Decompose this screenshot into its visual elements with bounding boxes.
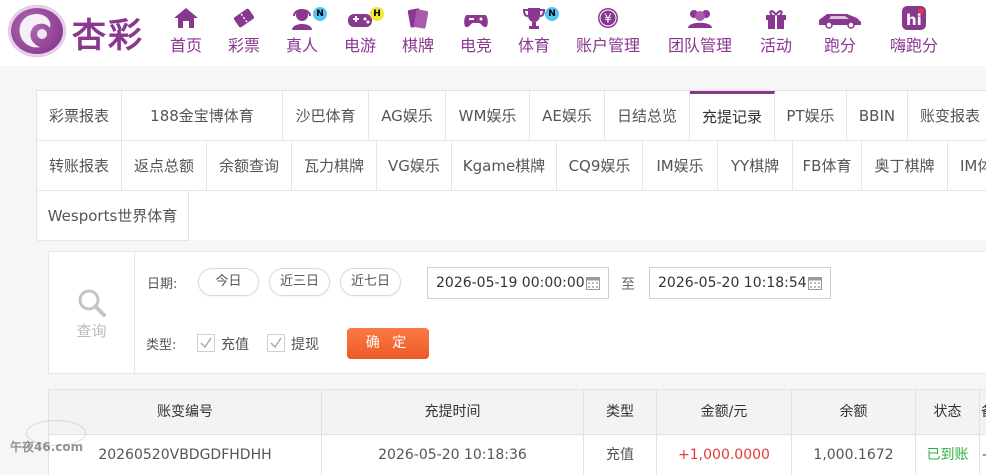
table-cell-remark: - bbox=[980, 435, 986, 475]
tab-wesports[interactable]: Wesports世界体育 bbox=[37, 191, 189, 241]
nav-item-account[interactable]: ¥ 账户管理 bbox=[574, 0, 642, 60]
team-icon bbox=[688, 10, 712, 28]
query-button[interactable]: 查询 bbox=[49, 252, 135, 373]
tab-odin-chess[interactable]: 奥丁棋牌 bbox=[862, 141, 948, 191]
confirm-button[interactable]: 确 定 bbox=[347, 328, 429, 359]
start-date-input[interactable]: 2026-05-19 00:00:00 bbox=[427, 267, 609, 299]
tab-im[interactable]: IM娱乐 bbox=[643, 141, 718, 191]
playing-cards-icon bbox=[407, 8, 429, 29]
site-watermark: 午夜46.com bbox=[6, 420, 94, 460]
column-header-status: 状态 bbox=[916, 390, 980, 435]
tab-wm[interactable]: WM娱乐 bbox=[446, 91, 530, 141]
type-deposit-label: 充值 bbox=[221, 337, 249, 353]
tab-ae[interactable]: AE娱乐 bbox=[530, 91, 605, 141]
hi-app-icon: hi bbox=[902, 6, 926, 30]
trophy-icon bbox=[522, 8, 546, 29]
home-icon bbox=[174, 8, 198, 28]
gamepad-icon bbox=[348, 14, 372, 27]
nav-badge-new: N bbox=[545, 7, 559, 21]
column-header-type: 类型 bbox=[584, 390, 657, 435]
nav-badge-hot: H bbox=[370, 7, 384, 21]
table-cell-balance: 1,000.1672 bbox=[792, 435, 916, 475]
column-header-balance: 余额 bbox=[792, 390, 916, 435]
tab-ag[interactable]: AG娱乐 bbox=[369, 91, 446, 141]
end-date-value: 2026-05-20 10:18:54 bbox=[658, 275, 807, 291]
nav-badge-new: N bbox=[313, 7, 327, 21]
tab-yy-chess[interactable]: YY棋牌 bbox=[718, 141, 793, 191]
end-date-input[interactable]: 2026-05-20 10:18:54 bbox=[649, 267, 831, 299]
calendar-icon[interactable] bbox=[585, 275, 601, 291]
car-icon bbox=[819, 14, 861, 29]
svg-text:hi: hi bbox=[906, 11, 922, 29]
tab-188-sports[interactable]: 188金宝博体育 bbox=[122, 91, 283, 141]
nav-item-home[interactable]: 首页 bbox=[165, 0, 207, 60]
tab-bbin[interactable]: BBIN bbox=[847, 91, 908, 141]
nav-item-sports[interactable]: N 体育 bbox=[513, 0, 559, 60]
search-icon bbox=[78, 289, 106, 317]
range-7days-button[interactable]: 近七日 bbox=[340, 268, 401, 296]
nav-item-run[interactable]: 跑分 bbox=[812, 0, 868, 60]
nav-item-slots[interactable]: H 电游 bbox=[339, 0, 384, 60]
tab-daily-overview[interactable]: 日结总览 bbox=[605, 91, 690, 141]
lottery-ticket-icon bbox=[233, 8, 255, 28]
checkbox-box[interactable] bbox=[267, 334, 285, 352]
top-navigation: 杏彩 首页 彩票 N 真人 H 电游 棋牌 电竞 N 体育 ¥ 账户管理 团队管… bbox=[0, 0, 986, 66]
tab-fb-sports[interactable]: FB体育 bbox=[793, 141, 862, 191]
check-icon bbox=[270, 337, 282, 349]
table-cell-amount: +1,000.0000 bbox=[657, 435, 792, 475]
nav-item-hi-run[interactable]: hi 嗨跑分 bbox=[886, 0, 942, 60]
report-tabs: 彩票报表 188金宝博体育 沙巴体育 AG娱乐 WM娱乐 AE娱乐 日结总览 充… bbox=[36, 90, 986, 241]
brand-name: 杏彩 bbox=[72, 16, 144, 56]
logo-emblem-icon bbox=[8, 5, 66, 57]
tab-saba-sports[interactable]: 沙巴体育 bbox=[283, 91, 369, 141]
nav-item-activity[interactable]: 活动 bbox=[756, 0, 796, 60]
type-deposit-checkbox[interactable]: 充值 bbox=[197, 333, 253, 353]
nav-item-chess[interactable]: 棋牌 bbox=[398, 0, 438, 60]
date-label: 日期: bbox=[147, 277, 178, 292]
start-date-value: 2026-05-19 00:00:00 bbox=[436, 275, 585, 291]
gift-icon bbox=[766, 10, 786, 29]
tab-balance-query[interactable]: 余额查询 bbox=[207, 141, 292, 191]
tab-rebate-total[interactable]: 返点总额 bbox=[122, 141, 207, 191]
type-label: 类型: bbox=[146, 338, 177, 353]
filter-panel: 查询 日期: 今日 近三日 近七日 2026-05-19 00:00:00 至 … bbox=[48, 251, 986, 374]
query-label: 查询 bbox=[76, 322, 107, 340]
tab-vg[interactable]: VG娱乐 bbox=[377, 141, 452, 191]
nav-item-live[interactable]: N 真人 bbox=[281, 0, 327, 60]
table-cell-type: 充值 bbox=[584, 435, 657, 475]
checkbox-box[interactable] bbox=[197, 334, 215, 352]
tab-transfer-report[interactable]: 转账报表 bbox=[37, 141, 122, 191]
tab-kgame-chess[interactable]: Kgame棋牌 bbox=[452, 141, 557, 191]
nav-item-team[interactable]: 团队管理 bbox=[666, 0, 734, 60]
tab-account-change-report[interactable]: 账变报表 bbox=[908, 91, 986, 141]
column-header-remark: 备注 bbox=[980, 390, 986, 435]
table-cell-time: 2026-05-20 10:18:36 bbox=[322, 435, 584, 475]
nav-item-lottery[interactable]: 彩票 bbox=[223, 0, 265, 60]
brand-logo[interactable]: 杏彩 bbox=[8, 4, 158, 58]
tab-deposit-withdraw-records[interactable]: 充提记录 bbox=[690, 91, 775, 141]
watermark-text: 午夜46.com bbox=[10, 440, 84, 454]
type-withdraw-checkbox[interactable]: 提现 bbox=[267, 333, 323, 353]
live-dealer-icon bbox=[292, 9, 312, 30]
svg-text:¥: ¥ bbox=[604, 12, 612, 26]
tab-cq9[interactable]: CQ9娱乐 bbox=[557, 141, 643, 191]
column-header-amount: 金额/元 bbox=[657, 390, 792, 435]
records-table: 账变编号 充提时间 类型 金额/元 余额 状态 备注 20260520VBDGD… bbox=[48, 389, 986, 475]
esports-controller-icon bbox=[464, 15, 488, 28]
type-withdraw-label: 提现 bbox=[291, 337, 319, 353]
range-today-button[interactable]: 今日 bbox=[198, 268, 259, 296]
range-3days-button[interactable]: 近三日 bbox=[269, 268, 330, 296]
to-label: 至 bbox=[621, 277, 635, 293]
tab-lottery-report[interactable]: 彩票报表 bbox=[37, 91, 122, 141]
tab-im-sports[interactable]: IM体育 bbox=[948, 141, 986, 191]
table-cell-status: 已到账 bbox=[916, 435, 980, 475]
tab-wali-chess[interactable]: 瓦力棋牌 bbox=[292, 141, 377, 191]
column-header-time: 充提时间 bbox=[322, 390, 584, 435]
nav-item-esports[interactable]: 电竞 bbox=[455, 0, 497, 60]
tab-pt[interactable]: PT娱乐 bbox=[775, 91, 847, 141]
check-icon bbox=[200, 337, 212, 349]
yen-coin-icon: ¥ bbox=[598, 8, 618, 28]
calendar-icon[interactable] bbox=[807, 275, 823, 291]
